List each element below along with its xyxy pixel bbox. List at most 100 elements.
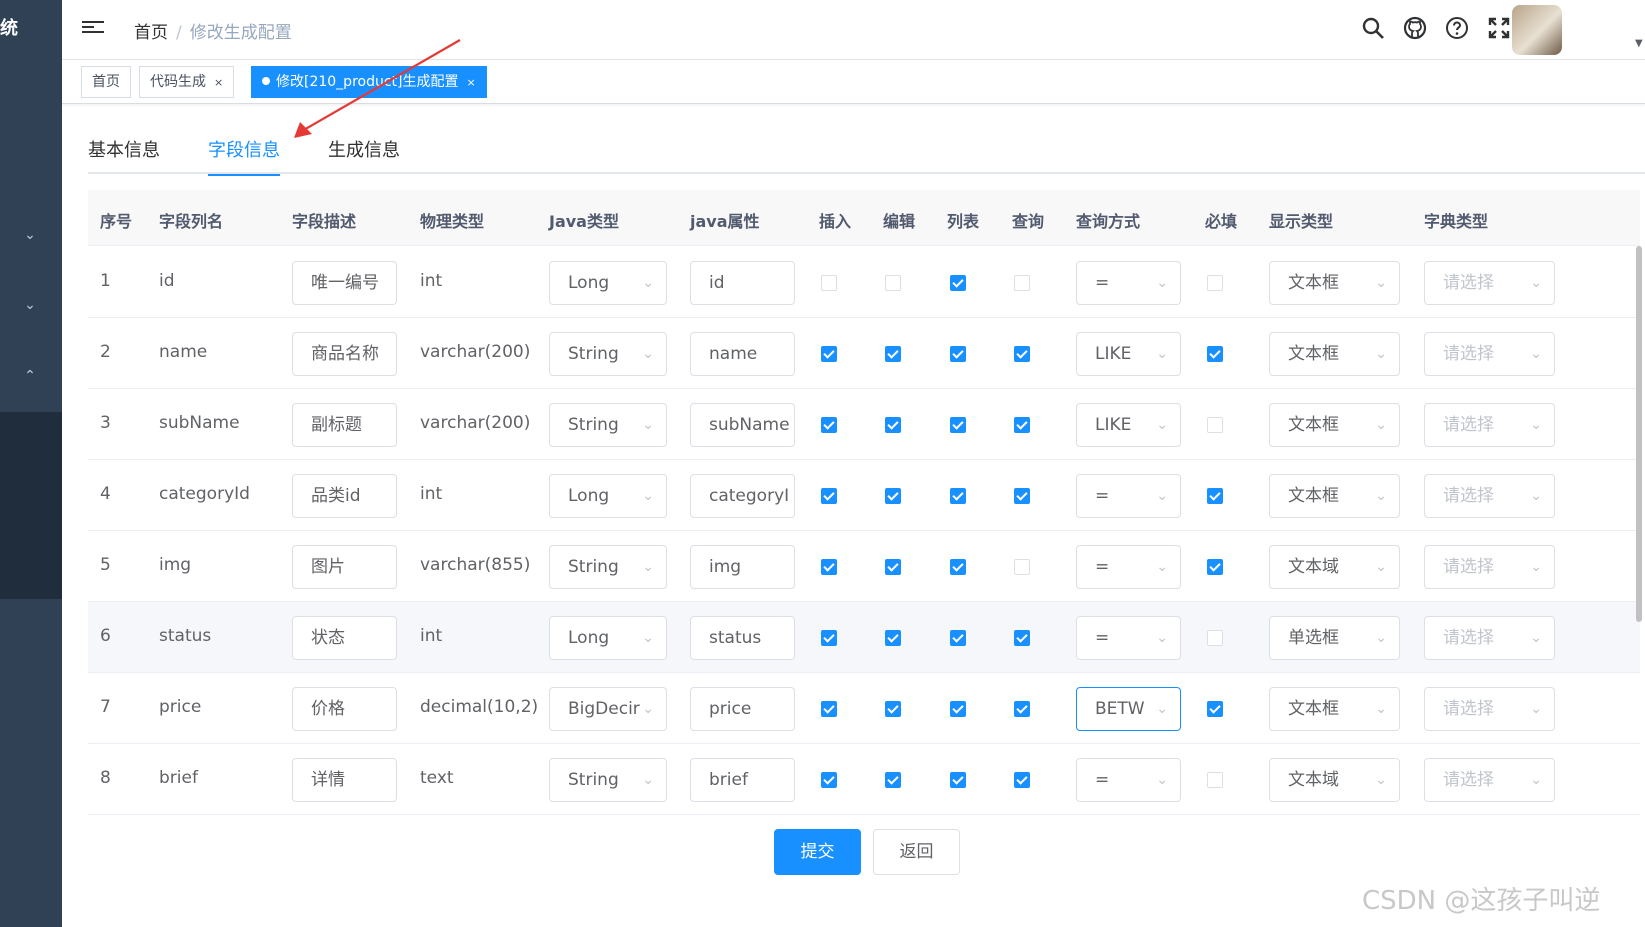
required-checkbox[interactable] — [1207, 346, 1223, 362]
java-type-select[interactable]: Long ⌄ — [549, 616, 667, 660]
edit-checkbox[interactable] — [885, 701, 901, 717]
dict-type-select[interactable]: 请选择 ⌄ — [1424, 332, 1555, 376]
java-field-input[interactable]: name — [690, 332, 795, 376]
java-field-input[interactable]: brief — [690, 758, 795, 802]
query-checkbox[interactable] — [1014, 559, 1030, 575]
query-type-select[interactable]: = ⌄ — [1076, 616, 1181, 660]
query-checkbox[interactable] — [1014, 772, 1030, 788]
list-checkbox[interactable] — [950, 559, 966, 575]
html-type-select[interactable]: 文本框 ⌄ — [1269, 332, 1400, 376]
tag-code-gen[interactable]: 代码生成 × — [139, 66, 235, 98]
java-type-select[interactable]: Long ⌄ — [549, 474, 667, 518]
edit-checkbox[interactable] — [885, 559, 901, 575]
query-type-select[interactable]: = ⌄ — [1076, 261, 1181, 305]
close-icon[interactable]: × — [214, 76, 223, 89]
required-checkbox[interactable] — [1207, 559, 1223, 575]
column-comment-input[interactable]: 副标题 — [292, 403, 397, 447]
query-type-select[interactable]: = ⌄ — [1076, 545, 1181, 589]
query-type-select[interactable]: LIKE ⌄ — [1076, 332, 1181, 376]
insert-checkbox[interactable] — [821, 417, 837, 433]
hamburger-menu-icon[interactable] — [82, 18, 104, 40]
query-type-select[interactable]: = ⌄ — [1076, 758, 1181, 802]
table-scrollbar[interactable] — [1636, 246, 1642, 622]
submit-button[interactable]: 提交 — [774, 829, 861, 875]
help-icon[interactable] — [1444, 16, 1470, 42]
user-avatar[interactable] — [1512, 5, 1562, 55]
edit-checkbox[interactable] — [885, 275, 901, 291]
required-checkbox[interactable] — [1207, 417, 1223, 433]
html-type-select[interactable]: 单选框 ⌄ — [1269, 616, 1400, 660]
column-comment-input[interactable]: 价格 — [292, 687, 397, 731]
required-checkbox[interactable] — [1207, 772, 1223, 788]
dict-type-select[interactable]: 请选择 ⌄ — [1424, 616, 1555, 660]
insert-checkbox[interactable] — [821, 346, 837, 362]
query-checkbox[interactable] — [1014, 346, 1030, 362]
html-type-select[interactable]: 文本框 ⌄ — [1269, 687, 1400, 731]
java-field-input[interactable]: categoryI — [690, 474, 795, 518]
query-checkbox[interactable] — [1014, 630, 1030, 646]
java-field-input[interactable]: subName — [690, 403, 795, 447]
java-field-input[interactable]: img — [690, 545, 795, 589]
java-type-select[interactable]: String ⌄ — [549, 332, 667, 376]
insert-checkbox[interactable] — [821, 488, 837, 504]
java-field-input[interactable]: price — [690, 687, 795, 731]
java-type-select[interactable]: String ⌄ — [549, 545, 667, 589]
list-checkbox[interactable] — [950, 630, 966, 646]
insert-checkbox[interactable] — [821, 772, 837, 788]
java-type-select[interactable]: BigDecir ⌄ — [549, 687, 667, 731]
required-checkbox[interactable] — [1207, 630, 1223, 646]
html-type-select[interactable]: 文本框 ⌄ — [1269, 261, 1400, 305]
query-type-select[interactable]: = ⌄ — [1076, 474, 1181, 518]
insert-checkbox[interactable] — [821, 701, 837, 717]
back-button[interactable]: 返回 — [873, 829, 960, 875]
query-checkbox[interactable] — [1014, 488, 1030, 504]
dict-type-select[interactable]: 请选择 ⌄ — [1424, 758, 1555, 802]
list-checkbox[interactable] — [950, 488, 966, 504]
column-comment-input[interactable]: 品类id — [292, 474, 397, 518]
edit-checkbox[interactable] — [885, 772, 901, 788]
required-checkbox[interactable] — [1207, 488, 1223, 504]
query-checkbox[interactable] — [1014, 701, 1030, 717]
list-checkbox[interactable] — [950, 275, 966, 291]
dict-type-select[interactable]: 请选择 ⌄ — [1424, 403, 1555, 447]
chevron-up-icon[interactable]: ⌃ — [22, 368, 38, 384]
html-type-select[interactable]: 文本域 ⌄ — [1269, 758, 1400, 802]
caret-down-icon[interactable]: ▼ — [1635, 38, 1643, 49]
html-type-select[interactable]: 文本域 ⌄ — [1269, 545, 1400, 589]
dict-type-select[interactable]: 请选择 ⌄ — [1424, 687, 1555, 731]
html-type-select[interactable]: 文本框 ⌄ — [1269, 403, 1400, 447]
list-checkbox[interactable] — [950, 772, 966, 788]
chevron-down-icon[interactable]: ⌄ — [22, 297, 38, 313]
column-comment-input[interactable]: 商品名称 — [292, 332, 397, 376]
java-type-select[interactable]: String ⌄ — [549, 403, 667, 447]
query-type-select[interactable]: LIKE ⌄ — [1076, 403, 1181, 447]
github-icon[interactable] — [1402, 16, 1428, 42]
column-comment-input[interactable]: 详情 — [292, 758, 397, 802]
edit-checkbox[interactable] — [885, 417, 901, 433]
query-checkbox[interactable] — [1014, 275, 1030, 291]
chevron-down-icon[interactable]: ⌄ — [22, 227, 38, 243]
tab-basic-info[interactable]: 基本信息 — [88, 136, 160, 174]
edit-checkbox[interactable] — [885, 630, 901, 646]
query-type-select[interactable]: BETW ⌄ — [1076, 687, 1181, 731]
java-type-select[interactable]: String ⌄ — [549, 758, 667, 802]
java-type-select[interactable]: Long ⌄ — [549, 261, 667, 305]
column-comment-input[interactable]: 唯一编号 — [292, 261, 397, 305]
column-comment-input[interactable]: 状态 — [292, 616, 397, 660]
insert-checkbox[interactable] — [821, 630, 837, 646]
dict-type-select[interactable]: 请选择 ⌄ — [1424, 261, 1555, 305]
required-checkbox[interactable] — [1207, 275, 1223, 291]
insert-checkbox[interactable] — [821, 275, 837, 291]
breadcrumb-home[interactable]: 首页 — [134, 23, 168, 43]
list-checkbox[interactable] — [950, 417, 966, 433]
tag-home[interactable]: 首页 — [81, 66, 131, 98]
html-type-select[interactable]: 文本框 ⌄ — [1269, 474, 1400, 518]
java-field-input[interactable]: status — [690, 616, 795, 660]
edit-checkbox[interactable] — [885, 488, 901, 504]
insert-checkbox[interactable] — [821, 559, 837, 575]
dict-type-select[interactable]: 请选择 ⌄ — [1424, 474, 1555, 518]
search-icon[interactable] — [1360, 16, 1386, 42]
edit-checkbox[interactable] — [885, 346, 901, 362]
query-checkbox[interactable] — [1014, 417, 1030, 433]
dict-type-select[interactable]: 请选择 ⌄ — [1424, 545, 1555, 589]
